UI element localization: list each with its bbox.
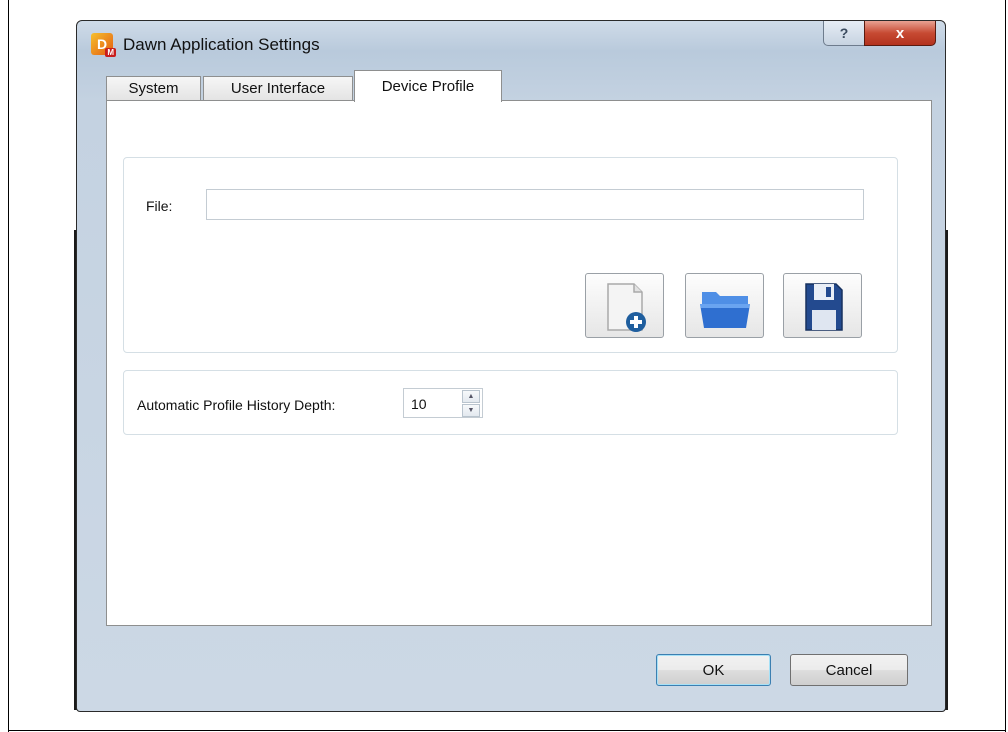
open-folder-icon: [700, 292, 750, 328]
ok-button[interactable]: OK: [656, 654, 771, 686]
close-button[interactable]: x: [864, 21, 936, 46]
history-depth-label: Automatic Profile History Depth:: [137, 397, 336, 413]
open-profile-button[interactable]: [685, 273, 764, 338]
new-profile-button[interactable]: [585, 273, 664, 338]
window-title: Dawn Application Settings: [123, 35, 320, 54]
tab-user-interface[interactable]: User Interface: [203, 76, 353, 100]
page-border-left: [8, 0, 9, 732]
file-group: [123, 157, 898, 353]
device-profile-panel: [106, 100, 932, 626]
spin-up-icon[interactable]: ▲: [462, 390, 480, 403]
tab-device-profile[interactable]: Device Profile: [354, 70, 502, 102]
tab-system[interactable]: System: [106, 76, 201, 100]
spin-down-icon[interactable]: ▼: [462, 404, 480, 417]
app-logo-icon: DM: [91, 33, 116, 57]
cancel-button[interactable]: Cancel: [790, 654, 908, 686]
save-floppy-icon: [805, 283, 843, 331]
file-label: File:: [146, 198, 173, 214]
help-button[interactable]: ?: [823, 21, 865, 46]
history-depth-stepper[interactable]: 10 ▲ ▼: [403, 388, 483, 418]
file-path-input[interactable]: [206, 189, 864, 220]
page-border-bottom: [8, 730, 1006, 731]
save-profile-button[interactable]: [783, 273, 862, 338]
new-document-icon: [607, 283, 646, 332]
page-border-right: [1005, 0, 1006, 732]
history-depth-value[interactable]: 10: [411, 396, 427, 412]
